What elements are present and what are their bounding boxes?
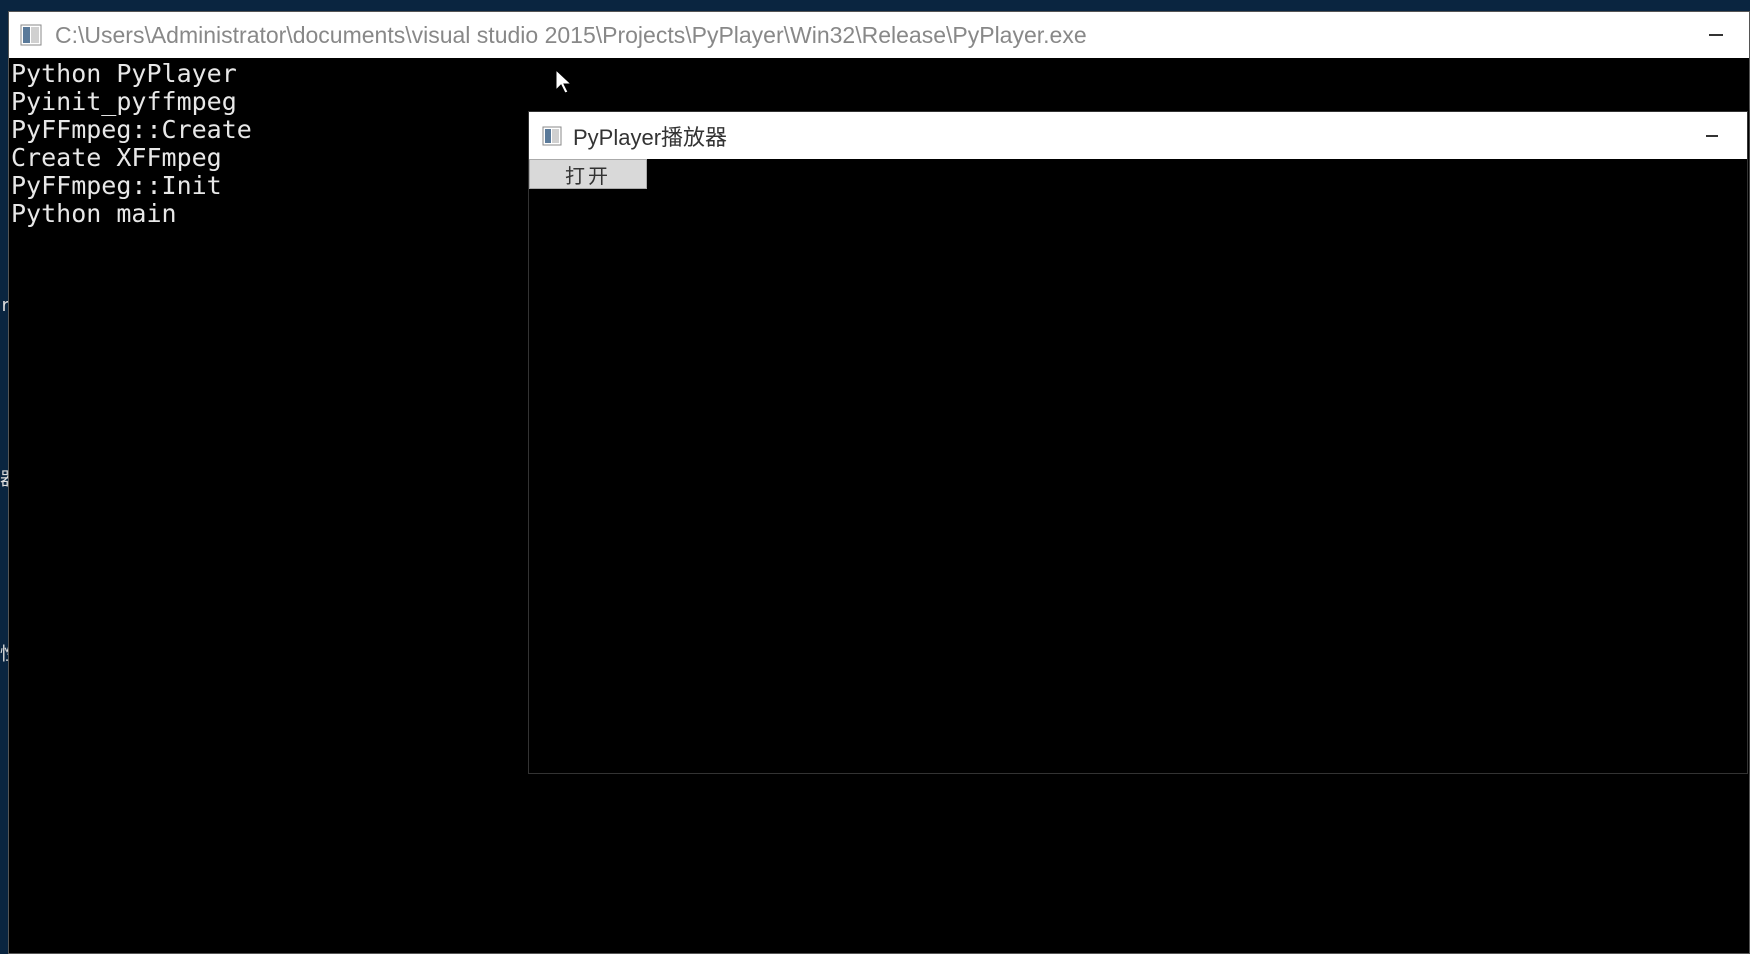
console-app-icon <box>19 23 43 47</box>
player-titlebar[interactable]: PyPlayer播放器 <box>529 112 1747 159</box>
background-fragment: 器 <box>0 465 8 491</box>
player-app-icon <box>541 125 563 147</box>
background-fragment: 性 <box>0 640 8 666</box>
console-titlebar[interactable]: C:\Users\Administrator\documents\visual … <box>9 12 1749 58</box>
console-title: C:\Users\Administrator\documents\visual … <box>55 22 1693 49</box>
background-fragment: r <box>0 295 8 316</box>
player-toolbar: 打开 <box>529 159 1747 189</box>
console-line: Python PyPlayer <box>11 60 1747 88</box>
open-button[interactable]: 打开 <box>529 159 647 189</box>
player-minimize-button[interactable] <box>1689 113 1735 159</box>
player-title: PyPlayer播放器 <box>573 120 1689 152</box>
minimize-icon <box>1706 135 1718 137</box>
minimize-icon <box>1709 34 1723 36</box>
player-video-area[interactable] <box>529 189 1747 773</box>
console-minimize-button[interactable] <box>1693 12 1739 58</box>
player-window: PyPlayer播放器 打开 <box>528 111 1748 774</box>
